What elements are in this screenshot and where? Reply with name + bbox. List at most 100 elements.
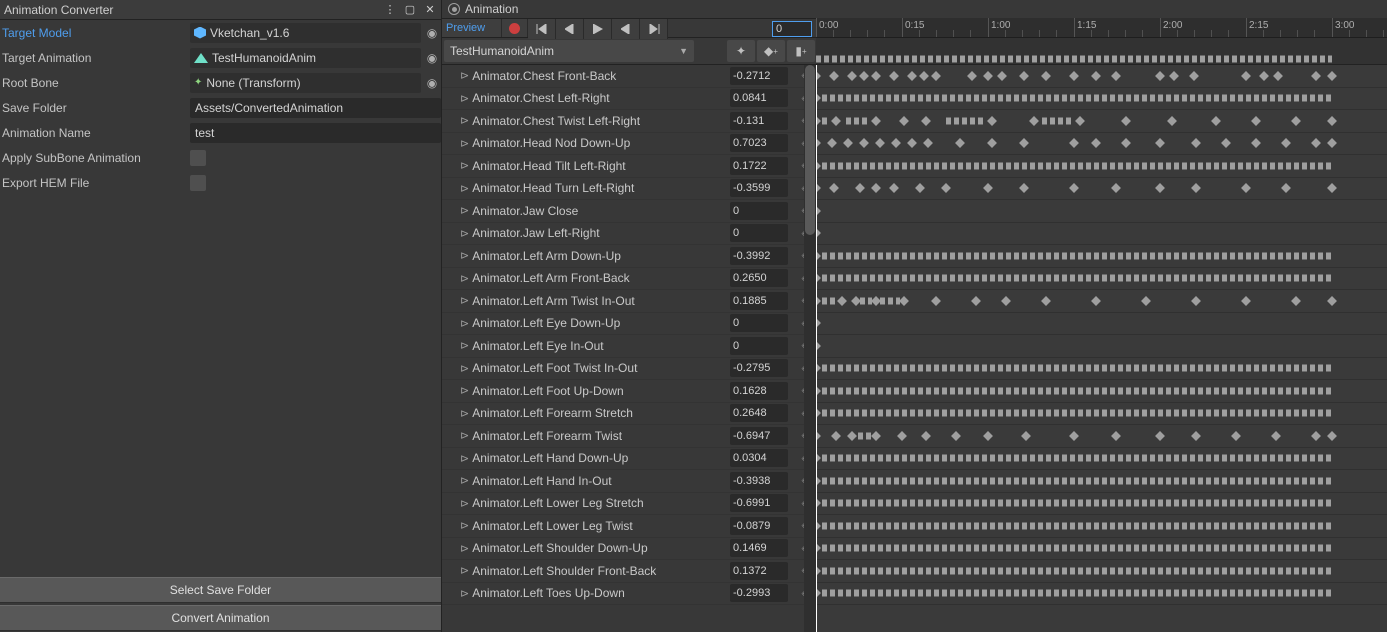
convert-animation-button[interactable]: Convert Animation — [0, 605, 441, 631]
keyframe[interactable] — [855, 183, 865, 193]
keyframe[interactable] — [871, 116, 881, 126]
property-row[interactable]: ⊳Animator.Left Foot Twist In-Out◈ — [442, 358, 816, 381]
keyframe[interactable] — [871, 183, 881, 193]
keyframe[interactable] — [1111, 71, 1121, 81]
keyframe[interactable] — [1041, 71, 1051, 81]
property-value-field[interactable] — [730, 179, 788, 197]
keyframe-dense[interactable] — [822, 500, 1332, 507]
property-value-field[interactable] — [730, 382, 788, 400]
property-row[interactable]: ⊳Animator.Chest Twist Left-Right◈ — [442, 110, 816, 133]
keyframe[interactable] — [899, 296, 909, 306]
keyframe[interactable] — [1155, 431, 1165, 441]
timeline-row[interactable] — [816, 335, 1387, 358]
property-row[interactable]: ⊳Animator.Left Forearm Twist◈ — [442, 425, 816, 448]
keyframe[interactable] — [827, 138, 837, 148]
timeline-row[interactable] — [816, 223, 1387, 246]
last-keyframe-button[interactable] — [640, 19, 668, 39]
keyframe[interactable] — [831, 431, 841, 441]
keyframe[interactable] — [921, 116, 931, 126]
keyframe[interactable] — [1259, 71, 1269, 81]
timeline-row[interactable] — [816, 65, 1387, 88]
clip-selector[interactable]: TestHumanoidAnim ▼ — [444, 40, 694, 62]
keyframe[interactable] — [1069, 71, 1079, 81]
keyframe[interactable] — [859, 71, 869, 81]
keyframe[interactable] — [847, 71, 857, 81]
keyframe[interactable] — [921, 431, 931, 441]
keyframe[interactable] — [983, 431, 993, 441]
keyframe-dense[interactable] — [822, 275, 1332, 282]
keyframe[interactable] — [897, 431, 907, 441]
keyframe[interactable] — [1241, 71, 1251, 81]
keyframe-dense[interactable] — [946, 117, 984, 124]
first-keyframe-button[interactable] — [528, 19, 556, 39]
timeline-row[interactable] — [816, 380, 1387, 403]
property-row[interactable]: ⊳Animator.Left Foot Up-Down◈ — [442, 380, 816, 403]
keyframe-dense[interactable] — [822, 567, 1332, 574]
keyframe[interactable] — [1327, 183, 1337, 193]
property-row[interactable]: ⊳Animator.Left Toes Up-Down◈ — [442, 583, 816, 606]
keyframe[interactable] — [1191, 431, 1201, 441]
keyframe[interactable] — [987, 116, 997, 126]
keyframe-dense[interactable] — [846, 117, 868, 124]
keyframe-dense[interactable] — [822, 297, 838, 304]
target-anim-picker-icon[interactable]: ◉ — [423, 48, 441, 68]
add-keyframe-button[interactable]: ◆+ — [757, 40, 785, 62]
anim-name-field[interactable] — [190, 123, 441, 143]
keyframe[interactable] — [1155, 138, 1165, 148]
timeline-row[interactable] — [816, 245, 1387, 268]
keyframe[interactable] — [1251, 138, 1261, 148]
property-value-field[interactable] — [730, 517, 788, 535]
play-button[interactable] — [584, 19, 612, 39]
keyframe[interactable] — [967, 71, 977, 81]
keyframe[interactable] — [1091, 138, 1101, 148]
keyframe-dense[interactable] — [822, 522, 1332, 529]
keyframe[interactable] — [1155, 183, 1165, 193]
keyframe[interactable] — [951, 431, 961, 441]
keyframe[interactable] — [1281, 138, 1291, 148]
property-scrollbar[interactable] — [804, 65, 816, 632]
frame-field[interactable] — [772, 21, 812, 37]
keyframe[interactable] — [1327, 138, 1337, 148]
keyframe[interactable] — [1251, 116, 1261, 126]
keyframe[interactable] — [1069, 183, 1079, 193]
timeline-row[interactable] — [816, 470, 1387, 493]
panel-close-icon[interactable]: ✕ — [423, 3, 437, 17]
keyframe[interactable] — [971, 296, 981, 306]
property-value-field[interactable] — [730, 67, 788, 85]
property-row[interactable]: ⊳Animator.Left Lower Leg Twist◈ — [442, 515, 816, 538]
keyframe[interactable] — [875, 138, 885, 148]
property-row[interactable]: ⊳Animator.Head Nod Down-Up◈ — [442, 133, 816, 156]
keyframe[interactable] — [931, 296, 941, 306]
keyframe[interactable] — [1121, 138, 1131, 148]
property-value-field[interactable] — [730, 224, 788, 242]
keyframe-dense[interactable] — [822, 410, 1332, 417]
keyframe[interactable] — [1029, 116, 1039, 126]
timeline-row[interactable] — [816, 110, 1387, 133]
property-value-field[interactable] — [730, 359, 788, 377]
keyframe[interactable] — [1091, 71, 1101, 81]
timeline-row[interactable] — [816, 538, 1387, 561]
keyframe[interactable] — [1155, 71, 1165, 81]
property-value-field[interactable] — [730, 472, 788, 490]
keyframe[interactable] — [1311, 138, 1321, 148]
property-row[interactable]: ⊳Animator.Left Eye In-Out◈ — [442, 335, 816, 358]
animation-tab[interactable]: Animation — [442, 0, 1387, 18]
keyframe[interactable] — [1211, 116, 1221, 126]
property-row[interactable]: ⊳Animator.Chest Left-Right◈ — [442, 88, 816, 111]
keyframe[interactable] — [941, 183, 951, 193]
timeline-row[interactable] — [816, 493, 1387, 516]
keyframe[interactable] — [1075, 116, 1085, 126]
property-value-field[interactable] — [730, 134, 788, 152]
keyframe[interactable] — [1291, 296, 1301, 306]
property-row[interactable]: ⊳Animator.Jaw Close◈ — [442, 200, 816, 223]
timeline-row[interactable] — [816, 425, 1387, 448]
keyframe[interactable] — [1111, 431, 1121, 441]
keyframe-dense[interactable] — [822, 252, 1332, 259]
property-value-field[interactable] — [730, 494, 788, 512]
keyframe[interactable] — [1291, 116, 1301, 126]
property-row[interactable]: ⊳Animator.Left Arm Front-Back◈ — [442, 268, 816, 291]
keyframe[interactable] — [1111, 183, 1121, 193]
keyframe[interactable] — [847, 431, 857, 441]
keyframe[interactable] — [1327, 116, 1337, 126]
property-row[interactable]: ⊳Animator.Left Hand Down-Up◈ — [442, 448, 816, 471]
